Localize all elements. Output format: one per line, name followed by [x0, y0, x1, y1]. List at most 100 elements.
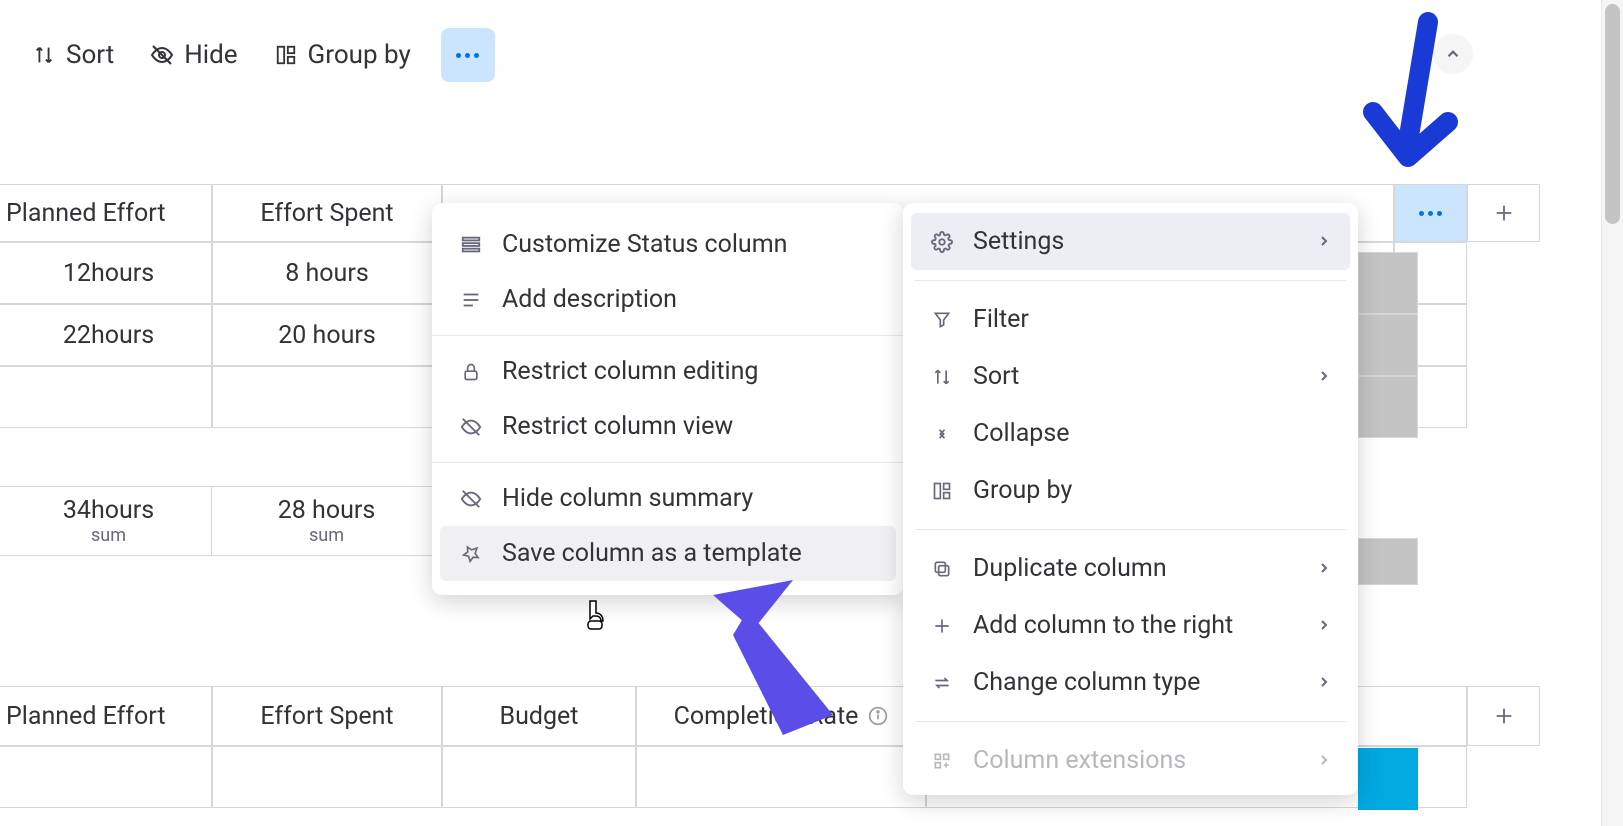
lock-icon	[458, 359, 484, 385]
cursor-pointer	[582, 599, 608, 638]
menu-add-description[interactable]: Add description	[432, 272, 904, 327]
cell-spacer	[1467, 242, 1540, 304]
menu-customize-status[interactable]: Customize Status column	[432, 217, 904, 272]
menu-separator	[915, 721, 1346, 722]
menu-label: Settings	[973, 227, 1064, 256]
cell-spacer	[1467, 366, 1540, 428]
settings-submenu: Customize Status column Add description …	[432, 203, 904, 595]
menu-change-type[interactable]: Change column type	[911, 654, 1350, 711]
more-options-button[interactable]	[441, 28, 495, 82]
menu-label: Column extensions	[973, 746, 1186, 775]
summary-value: 28 hours	[278, 496, 376, 525]
menu-collapse[interactable]: Collapse	[911, 405, 1350, 462]
view-toolbar: Sort Hide Group by	[32, 28, 495, 82]
hide-button[interactable]: Hide	[150, 40, 237, 70]
menu-label: Group by	[973, 476, 1072, 505]
plus-icon	[1493, 705, 1515, 727]
cell-empty	[212, 746, 442, 808]
customize-icon	[458, 232, 484, 258]
swap-icon	[929, 670, 955, 696]
add-column-button[interactable]	[1467, 686, 1540, 746]
status-cell-blue[interactable]	[1358, 748, 1418, 810]
summary-planned: 34hours sum	[0, 486, 212, 556]
cell-empty	[212, 366, 442, 428]
menu-settings[interactable]: Settings	[911, 213, 1350, 270]
menu-duplicate[interactable]: Duplicate column	[911, 540, 1350, 597]
menu-separator	[432, 462, 904, 463]
menu-label: Save column as a template	[502, 539, 802, 568]
menu-label: Restrict column editing	[502, 357, 758, 386]
summary-label: sum	[91, 525, 126, 546]
menu-separator	[432, 335, 904, 336]
cell-planned: 22hours	[0, 304, 212, 366]
menu-label: Sort	[973, 362, 1019, 391]
menu-label: Change column type	[973, 668, 1200, 697]
dots-icon	[456, 53, 479, 58]
cell-effort: 20 hours	[212, 304, 442, 366]
chevron-right-icon	[1316, 227, 1332, 256]
menu-filter[interactable]: Filter	[911, 291, 1350, 348]
chevron-right-icon	[1316, 554, 1332, 583]
chevron-right-icon	[1316, 668, 1332, 697]
menu-restrict-view[interactable]: Restrict column view	[432, 399, 904, 454]
vertical-scrollbar[interactable]	[1601, 0, 1623, 826]
menu-restrict-edit[interactable]: Restrict column editing	[432, 344, 904, 399]
cell-empty	[0, 366, 212, 428]
description-icon	[458, 287, 484, 313]
sort-icon	[32, 43, 56, 67]
annotation-arrow-down	[1338, 12, 1468, 192]
menu-sort[interactable]: Sort	[911, 348, 1350, 405]
sort-button[interactable]: Sort	[32, 40, 114, 70]
column-options-button[interactable]	[1394, 184, 1467, 242]
plus-icon	[929, 613, 955, 639]
column-options-menu: Settings Filter Sort Collapse Group by	[903, 203, 1358, 795]
chevron-right-icon	[1316, 362, 1332, 391]
cell-planned: 12hours	[0, 242, 212, 304]
menu-label: Restrict column view	[502, 412, 733, 441]
pin-icon	[458, 541, 484, 567]
menu-label: Hide column summary	[502, 484, 753, 513]
hide-icon	[150, 43, 174, 67]
menu-add-column-right[interactable]: Add column to the right	[911, 597, 1350, 654]
column-header-planned-effort[interactable]: Planned Effort	[0, 184, 212, 242]
annotation-arrow-diag	[693, 575, 853, 745]
cell-spacer	[1467, 304, 1540, 366]
column-header-effort-spent[interactable]: Effort Spent	[212, 686, 442, 746]
collapse-icon	[929, 421, 955, 447]
menu-label: Add column to the right	[973, 611, 1233, 640]
menu-extensions[interactable]: Column extensions	[911, 732, 1350, 789]
column-header-budget[interactable]: Budget	[442, 686, 636, 746]
dots-icon	[1419, 211, 1442, 216]
groupby-button[interactable]: Group by	[274, 40, 411, 70]
hide-icon	[458, 414, 484, 440]
menu-label: Duplicate column	[973, 554, 1167, 583]
menu-separator	[915, 529, 1346, 530]
summary-value: 34hours	[63, 496, 154, 525]
summary-effort: 28 hours sum	[212, 486, 442, 556]
menu-groupby[interactable]: Group by	[911, 462, 1350, 519]
chevron-right-icon	[1316, 611, 1332, 640]
groupby-icon	[274, 43, 298, 67]
menu-separator	[915, 280, 1346, 281]
plus-icon	[1493, 202, 1515, 224]
menu-save-template[interactable]: Save column as a template	[440, 526, 896, 581]
cell-effort: 8 hours	[212, 242, 442, 304]
sort-icon	[929, 364, 955, 390]
info-icon	[868, 706, 888, 726]
duplicate-icon	[929, 556, 955, 582]
add-column-button[interactable]	[1467, 184, 1540, 242]
column-header-effort-spent[interactable]: Effort Spent	[212, 184, 442, 242]
cell-spacer	[1467, 746, 1540, 808]
sort-label: Sort	[66, 40, 114, 70]
menu-label: Add description	[502, 285, 677, 314]
column-header-planned-effort[interactable]: Planned Effort	[0, 686, 212, 746]
menu-label: Filter	[973, 305, 1029, 334]
filter-icon	[929, 307, 955, 333]
scrollbar-thumb[interactable]	[1605, 4, 1620, 224]
menu-label: Customize Status column	[502, 230, 787, 259]
status-column-edge	[1358, 252, 1418, 585]
menu-label: Collapse	[973, 419, 1069, 448]
extensions-icon	[929, 748, 955, 774]
menu-hide-summary[interactable]: Hide column summary	[432, 471, 904, 526]
hide-label: Hide	[184, 40, 237, 70]
